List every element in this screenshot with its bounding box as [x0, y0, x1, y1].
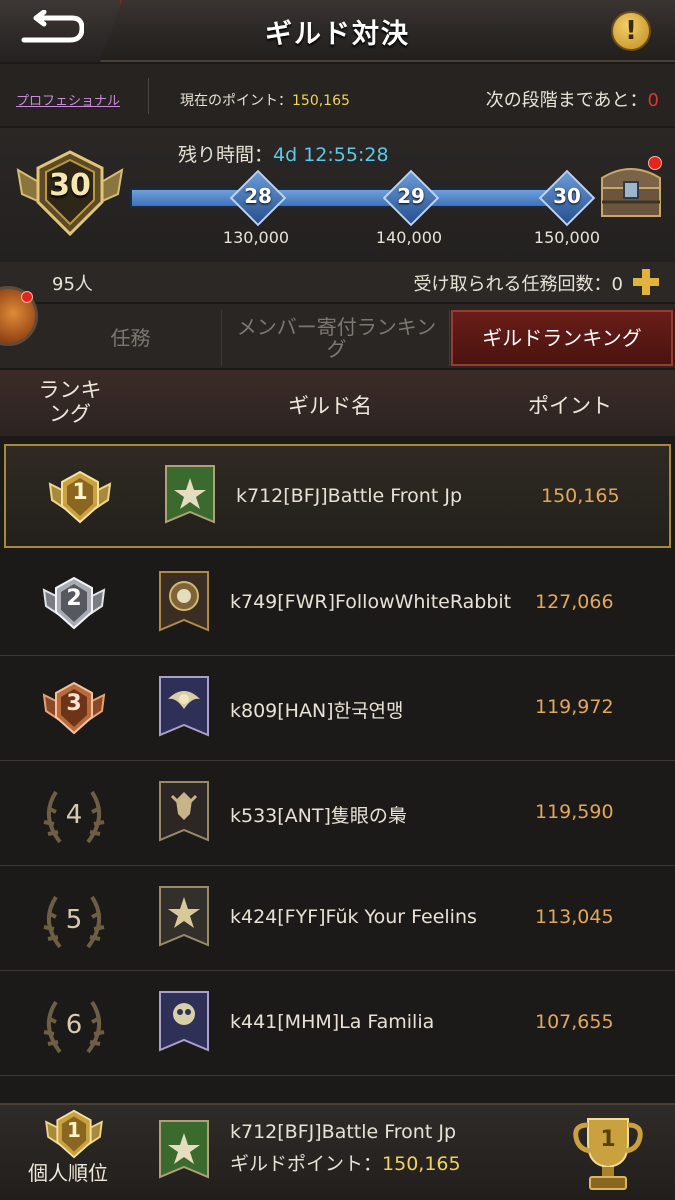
personal-rank-label: 個人順位: [28, 1161, 108, 1185]
trophy-icon: [573, 1118, 643, 1190]
guild-points: 113,045: [535, 906, 614, 928]
missions-remaining: 受け取られる任務回数：0: [413, 274, 623, 295]
rank-number: 6: [65, 1010, 83, 1040]
next-stage: 次の段階まであと：0: [486, 86, 659, 112]
milestone-points-28: 130,000: [222, 228, 290, 247]
trophy-button[interactable]: 1: [572, 1113, 644, 1197]
trophy-rank-number: 1: [600, 1127, 616, 1152]
personal-rank-medal-icon: 1: [42, 1109, 106, 1163]
current-points-value: 150,165: [292, 93, 350, 109]
my-guild-points-value: 150,165: [382, 1153, 461, 1175]
level-badge[interactable]: 30: [14, 150, 126, 240]
gold-medal-icon: 1: [48, 470, 112, 528]
ranking-row[interactable]: 1 k712[BFJ]Battle Front Jp 150,165: [4, 444, 671, 548]
tab-missions[interactable]: 任務: [40, 310, 222, 366]
personal-rank-number: 1: [67, 1118, 81, 1142]
rank-number: 5: [65, 905, 83, 935]
my-guild-points-label: ギルドポイント：: [230, 1153, 383, 1175]
guild-banner-icon: [158, 1119, 210, 1183]
tab-member-donation-ranking[interactable]: メンバー寄付ランキング: [224, 310, 450, 366]
ranking-row[interactable]: 4 k533[ANT]隻眼の梟 119,590: [0, 762, 675, 866]
guild-name: k712[BFJ]Battle Front Jp: [236, 485, 463, 507]
tier-link[interactable]: プロフェショナル: [16, 90, 120, 109]
member-row: 95人 受け取られる任務回数：0: [0, 262, 675, 302]
column-points: ポイント: [528, 394, 612, 418]
add-missions-button[interactable]: [633, 269, 659, 299]
next-stage-label: 次の段階まであと：: [485, 90, 648, 111]
silver-medal-icon: 2: [42, 576, 106, 634]
guild-banner-icon: [158, 990, 210, 1056]
page-title: ギルド対決: [265, 19, 410, 50]
my-guild-name: k712[BFJ]Battle Front Jp: [230, 1121, 457, 1143]
reward-chest-button[interactable]: [596, 156, 666, 226]
column-rank: ランキング: [38, 378, 102, 426]
footer-bar: 1 個人順位 k712[BFJ]Battle Front Jp ギルドポイント：…: [0, 1103, 675, 1200]
tab-guild-ranking[interactable]: ギルドランキング: [451, 310, 673, 366]
notification-dot: [648, 156, 662, 170]
rank-number: 3: [66, 691, 82, 716]
progress-track: [130, 188, 585, 208]
column-guild-name: ギルド名: [288, 394, 372, 418]
guild-points: 150,165: [541, 485, 620, 507]
guild-name: k533[ANT]隻眼の梟: [230, 805, 407, 827]
my-guild-points: ギルドポイント：150,165: [230, 1149, 461, 1176]
milestone-points-29: 140,000: [375, 228, 443, 247]
points-bar: プロフェショナル 現在のポイント：150,165 次の段階まであと：0: [0, 64, 675, 126]
remaining-time: 残り時間：4d 12:55:28: [178, 140, 389, 167]
current-points-label: 現在のポイント：: [180, 93, 292, 109]
guild-points: 107,655: [535, 1011, 614, 1033]
remaining-time-label: 残り時間：: [178, 144, 274, 166]
level-number: 30: [49, 168, 91, 203]
column-header: ランキング ギルド名 ポイント: [0, 370, 675, 436]
milestone-level-30: 30: [553, 184, 581, 208]
guild-points: 119,972: [535, 696, 614, 718]
side-notification-dot: [21, 291, 33, 303]
guild-points: 119,590: [535, 801, 614, 823]
rank-number: 2: [66, 586, 82, 611]
next-stage-value: 0: [647, 90, 659, 111]
ranking-row[interactable]: 3 k809[HAN]한국연맹 119,972: [0, 657, 675, 761]
guild-banner-icon: [164, 464, 216, 528]
info-button[interactable]: !: [611, 11, 651, 51]
rank-number: 1: [72, 480, 88, 505]
plus-icon: [633, 269, 659, 295]
guild-name: k424[FYF]Fŭk Your Feelins: [230, 906, 477, 928]
guild-banner-icon: [158, 570, 210, 636]
milestone-level-29: 29: [397, 184, 425, 208]
guild-name: k749[FWR]FollowWhiteRabbit: [230, 591, 512, 613]
guild-banner-icon: [158, 675, 210, 741]
remaining-time-value: 4d 12:55:28: [273, 144, 389, 166]
guild-name: k809[HAN]한국연맹: [230, 700, 404, 722]
header-bar: ギルド対決 !: [0, 0, 675, 62]
progress-area: 30 残り時間：4d 12:55:28 28 130,000 29 140,00…: [0, 128, 675, 262]
current-points: 現在のポイント：150,165: [180, 90, 350, 110]
milestone-level-28: 28: [244, 184, 272, 208]
divider: [148, 78, 149, 114]
guild-banner-icon: [158, 780, 210, 846]
member-count: 95人: [52, 274, 93, 295]
guild-name: k441[MHM]La Familia: [230, 1011, 435, 1033]
rank-number: 4: [65, 800, 83, 830]
milestone-points-30: 150,000: [533, 228, 601, 247]
bronze-medal-icon: 3: [42, 681, 106, 739]
ranking-row[interactable]: 6 k441[MHM]La Familia 107,655: [0, 972, 675, 1076]
tab-bar: 任務 メンバー寄付ランキング ギルドランキング: [0, 304, 675, 368]
guild-banner-icon: [158, 885, 210, 951]
ranking-row[interactable]: 5 k424[FYF]Fŭk Your Feelins 113,045: [0, 867, 675, 971]
guild-points: 127,066: [535, 591, 614, 613]
ranking-row[interactable]: 2 k749[FWR]FollowWhiteRabbit 127,066: [0, 552, 675, 656]
